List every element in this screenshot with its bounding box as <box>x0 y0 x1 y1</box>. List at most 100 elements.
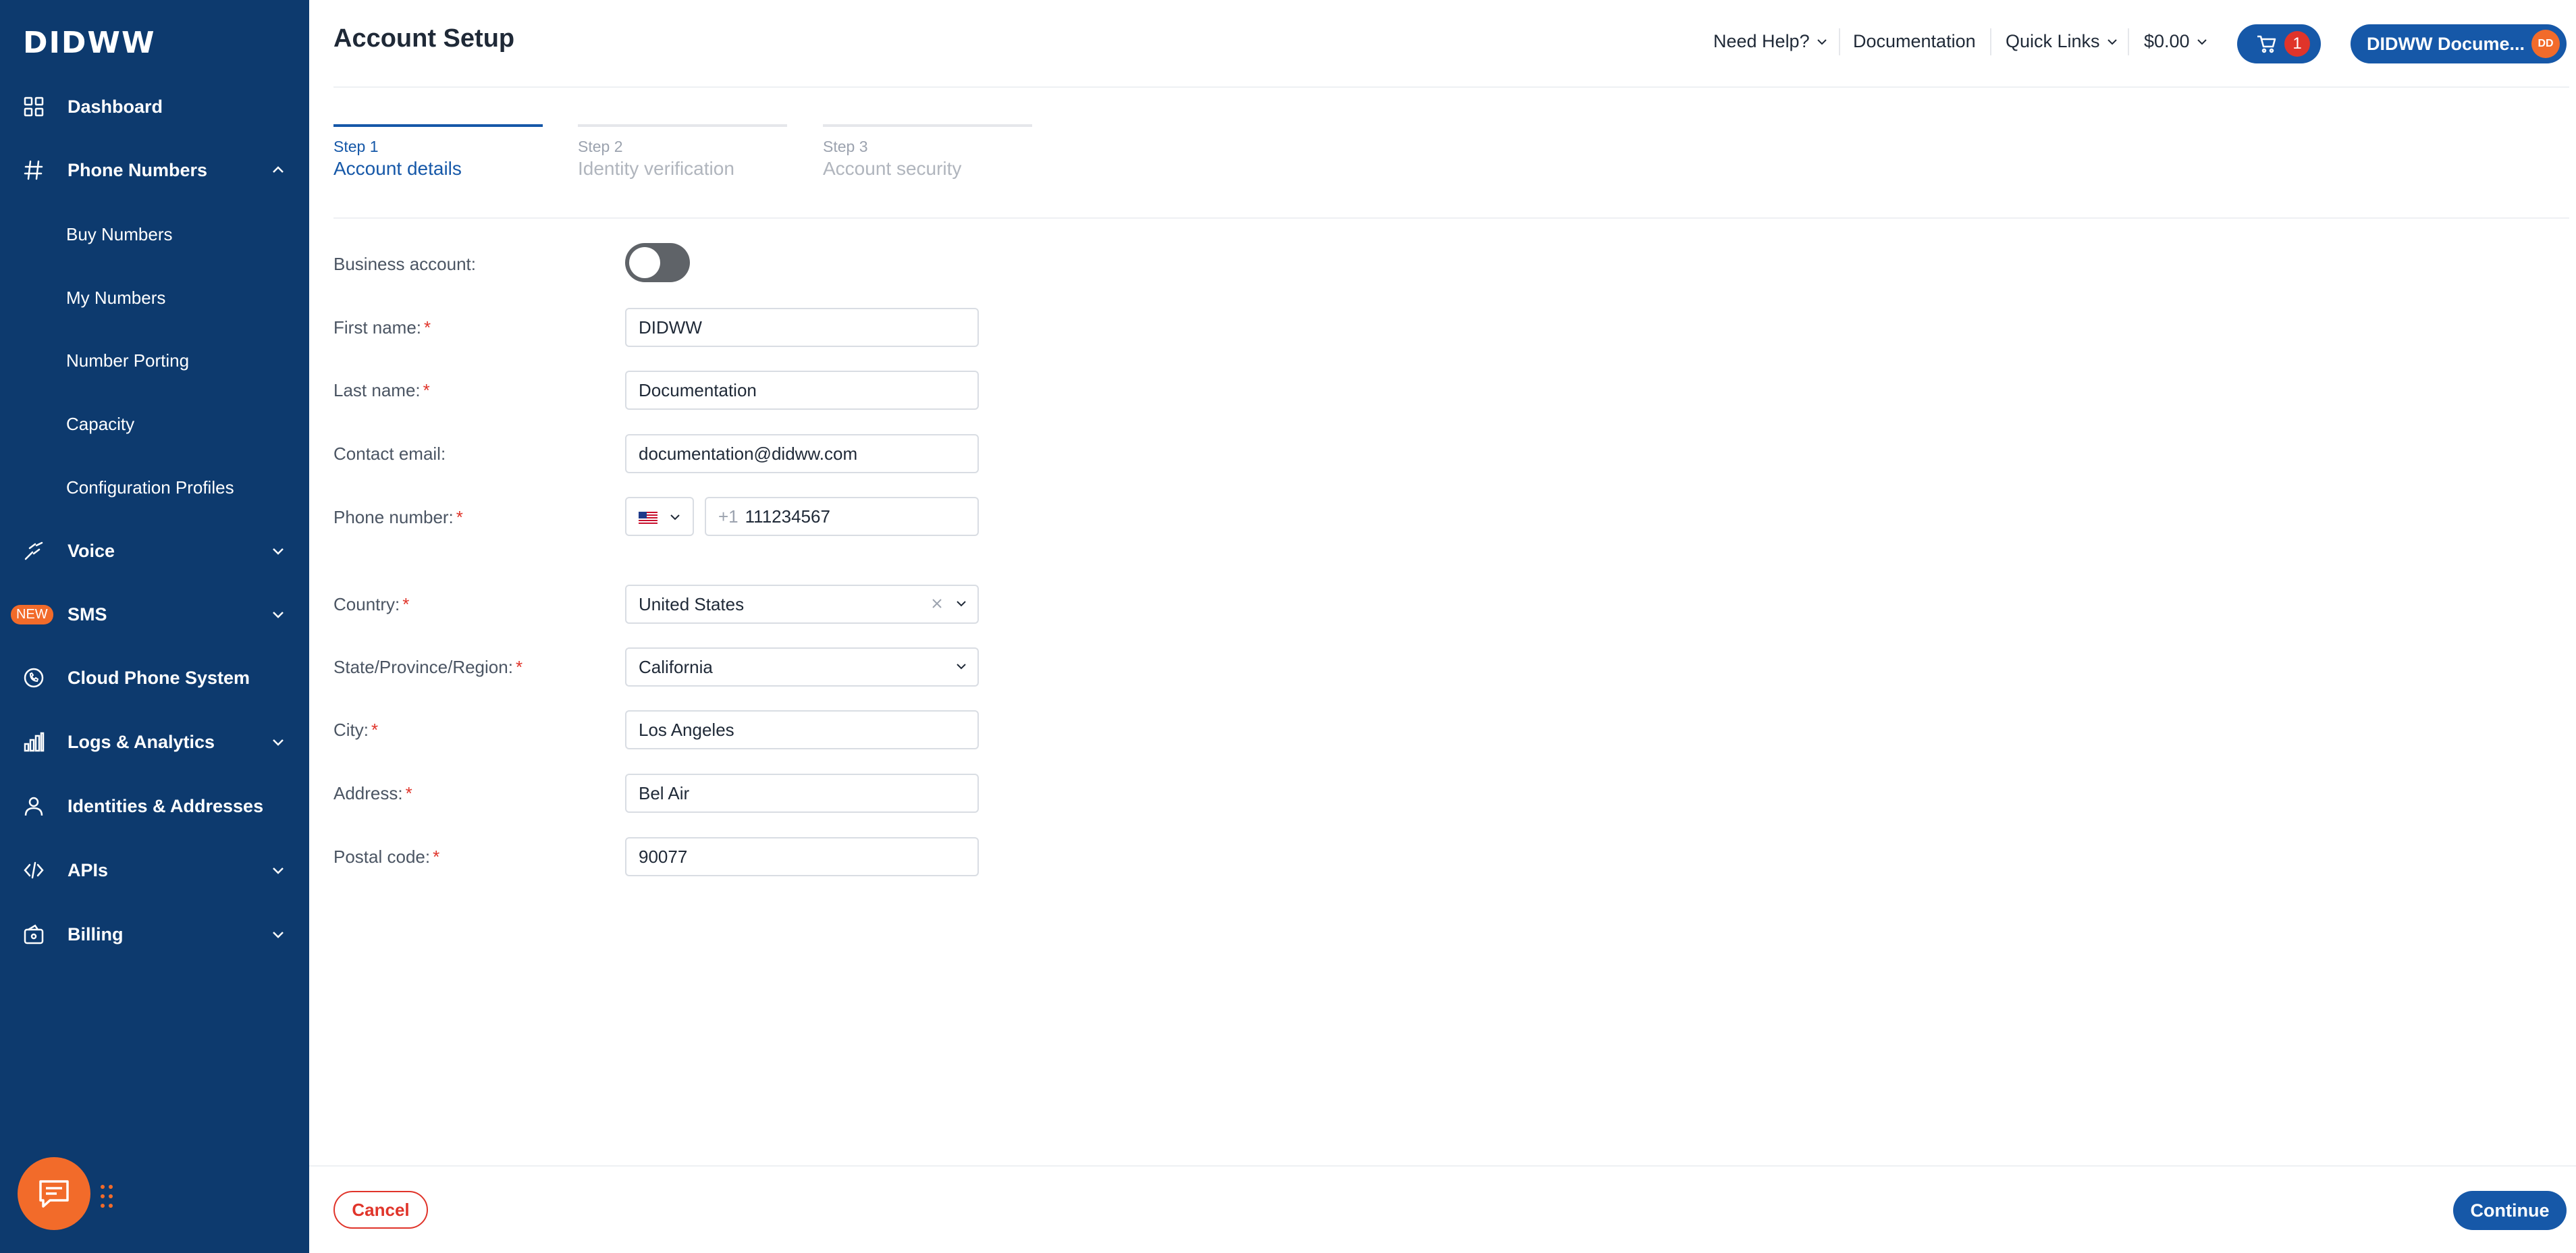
steps-divider <box>333 217 2569 219</box>
clear-icon[interactable] <box>930 597 944 610</box>
step-title: Account details <box>333 158 462 179</box>
state-select[interactable]: California <box>625 647 979 687</box>
step-identity-verification[interactable]: Step 2 Identity verification <box>578 124 787 185</box>
drag-handle-icon[interactable] <box>99 1183 115 1210</box>
country-code-select[interactable] <box>625 497 694 536</box>
cart-icon <box>2256 34 2276 53</box>
sidebar-item-billing[interactable]: Billing <box>0 907 309 961</box>
sidebar-item-voice[interactable]: Voice <box>0 524 309 578</box>
toggle-knob <box>629 247 660 278</box>
step-number: Step 3 <box>823 138 868 155</box>
sidebar-item-configuration-profiles[interactable]: Configuration Profiles <box>0 460 309 514</box>
user-name: DIDWW Docume... <box>2367 33 2525 54</box>
documentation-link[interactable]: Documentation <box>1853 31 1976 52</box>
cancel-button[interactable]: Cancel <box>333 1191 428 1229</box>
step-progress-bar <box>578 124 787 127</box>
first-name-label: First name: * <box>333 317 431 338</box>
step-account-security[interactable]: Step 3 Account security <box>823 124 1032 185</box>
sidebar-item-buy-numbers[interactable]: Buy Numbers <box>0 207 309 261</box>
code-icon <box>23 859 45 881</box>
postal-code-label: Postal code: * <box>333 847 440 867</box>
sidebar-item-label: Voice <box>68 540 115 561</box>
first-name-field[interactable]: DIDWW <box>625 308 979 347</box>
sidebar-item-sms[interactable]: NEW SMS <box>0 587 309 641</box>
city-field[interactable]: Los Angeles <box>625 710 979 749</box>
business-account-toggle[interactable] <box>625 243 690 282</box>
avatar: DD <box>2531 30 2560 58</box>
last-name-field[interactable]: Documentation <box>625 371 979 410</box>
sidebar-item-number-porting[interactable]: Number Porting <box>0 334 309 388</box>
address-label: Address: * <box>333 783 412 803</box>
postal-code-field[interactable]: 90077 <box>625 837 979 876</box>
cart-button[interactable]: 1 <box>2237 24 2321 63</box>
user-menu-button[interactable]: DIDWW Docume... DD <box>2351 24 2567 63</box>
sidebar-item-identities-addresses[interactable]: Identities & Addresses <box>0 779 309 833</box>
sidebar-item-label: Logs & Analytics <box>68 731 215 752</box>
need-help-dropdown[interactable]: Need Help? <box>1713 31 1829 52</box>
wallet-icon <box>23 924 45 945</box>
sidebar-item-apis[interactable]: APIs <box>0 843 309 897</box>
sidebar-item-label: Buy Numbers <box>66 223 173 244</box>
country-select[interactable]: United States <box>625 585 979 624</box>
chevron-down-icon <box>955 597 968 610</box>
required-mark: * <box>424 317 431 338</box>
required-mark: * <box>433 847 440 867</box>
grid-icon <box>23 96 45 117</box>
chevron-down-icon <box>270 926 286 942</box>
phone-number-label: Phone number: * <box>333 507 463 527</box>
city-label: City: * <box>333 720 379 740</box>
contact-email-field[interactable]: documentation@didww.com <box>625 434 979 473</box>
sidebar-item-phone-numbers[interactable]: Phone Numbers <box>0 143 309 197</box>
sidebar-item-label: Billing <box>68 924 124 944</box>
required-mark: * <box>402 594 410 614</box>
documentation-label: Documentation <box>1853 31 1976 51</box>
sidebar-item-my-numbers[interactable]: My Numbers <box>0 271 309 325</box>
required-mark: * <box>515 657 523 677</box>
balance-value: $0.00 <box>2144 31 2190 51</box>
didww-logo[interactable]: DIDWW <box>23 26 155 60</box>
last-name-label: Last name: * <box>333 380 430 400</box>
business-account-label: Business account: <box>333 254 477 274</box>
state-label: State/Province/Region: * <box>333 657 523 677</box>
required-mark: * <box>371 720 379 740</box>
footer-divider <box>309 1165 2576 1167</box>
chevron-down-icon <box>668 510 682 524</box>
header-divider <box>333 86 2569 88</box>
hash-icon <box>23 159 45 181</box>
chevron-down-icon <box>1815 35 1829 49</box>
continue-button[interactable]: Continue <box>2453 1191 2567 1230</box>
chat-button[interactable] <box>18 1157 90 1230</box>
sidebar-item-cloud-phone-system[interactable]: Cloud Phone System <box>0 651 309 705</box>
sidebar-item-label: Capacity <box>66 413 135 434</box>
step-progress-bar <box>333 124 543 127</box>
sidebar-item-dashboard[interactable]: Dashboard <box>0 80 309 134</box>
address-field[interactable]: Bel Air <box>625 774 979 813</box>
balance-dropdown[interactable]: $0.00 <box>2144 31 2209 52</box>
sidebar-item-label: APIs <box>68 859 109 880</box>
required-mark: * <box>405 783 412 803</box>
chevron-down-icon <box>270 543 286 559</box>
sidebar-item-label: My Numbers <box>66 287 166 308</box>
divider <box>2128 28 2129 55</box>
sidebar-item-label: Cloud Phone System <box>68 667 250 688</box>
phone-number-field[interactable]: +1 111234567 <box>705 497 979 536</box>
chevron-down-icon <box>2195 35 2209 49</box>
cart-count-badge: 1 <box>2284 31 2310 57</box>
sidebar-item-capacity[interactable]: Capacity <box>0 397 309 451</box>
step-account-details[interactable]: Step 1 Account details <box>333 124 543 185</box>
quick-links-dropdown[interactable]: Quick Links <box>2006 31 2119 52</box>
sidebar-item-label: Number Porting <box>66 350 190 371</box>
chat-icon <box>36 1176 72 1211</box>
sidebar-item-label: Configuration Profiles <box>66 477 234 498</box>
chevron-down-icon <box>270 606 286 622</box>
country-label: Country: * <box>333 594 410 614</box>
sidebar-item-logs-analytics[interactable]: Logs & Analytics <box>0 715 309 769</box>
chevron-down-icon <box>270 734 286 750</box>
phone-circle-icon <box>23 667 45 689</box>
step-number: Step 2 <box>578 138 623 155</box>
required-mark: * <box>456 507 463 527</box>
sidebar-item-label: SMS <box>68 604 107 624</box>
phone-prefix: +1 <box>718 506 739 527</box>
chevron-down-icon <box>2105 35 2119 49</box>
sidebar-item-label: Identities & Addresses <box>68 795 264 816</box>
